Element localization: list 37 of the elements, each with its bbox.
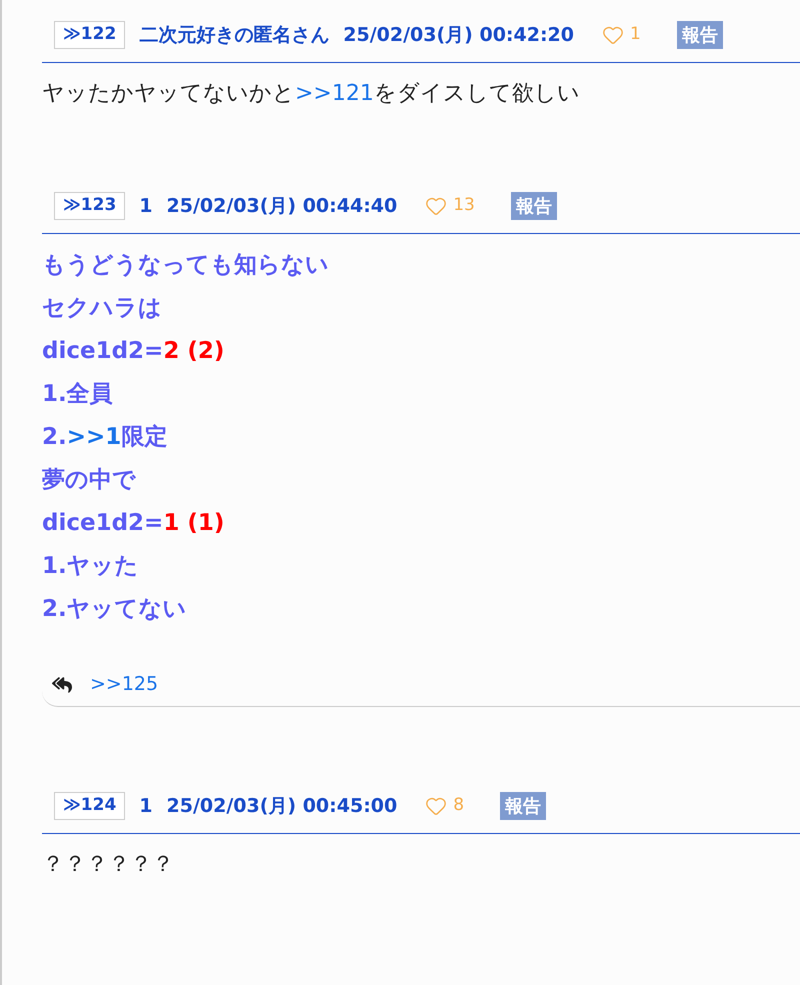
post-text: もうどうなっても知らない: [42, 252, 329, 278]
post-number[interactable]: ≫124: [54, 792, 126, 820]
post-number[interactable]: ≫123: [54, 192, 126, 220]
like-count: 1: [630, 23, 641, 46]
post-text: 2.: [42, 424, 67, 450]
post-date: 25/02/03(月) 00:45:00: [166, 794, 398, 819]
report-button[interactable]: 報告: [500, 792, 546, 820]
like-count: 13: [453, 194, 475, 218]
like-count: 8: [453, 794, 464, 818]
heart-icon[interactable]: [602, 24, 624, 46]
post-text: 1.全員: [42, 381, 113, 407]
heart-icon[interactable]: [425, 195, 448, 217]
post-number[interactable]: ≫122: [54, 21, 126, 49]
poster-name: 1: [139, 194, 153, 219]
reply-link[interactable]: >>121: [295, 81, 374, 106]
post-text: ？？？？？？: [42, 852, 174, 877]
post-text: dice1d2=: [42, 510, 164, 536]
reply-link[interactable]: >>1: [66, 424, 122, 450]
post-text: 夢の中で: [42, 467, 136, 493]
post-text: 限定: [121, 424, 168, 450]
report-button[interactable]: 報告: [510, 192, 557, 220]
post-date: 25/02/03(月) 00:42:20: [343, 22, 574, 48]
reply-all-icon: [52, 674, 72, 694]
post-text: ヤッたかヤッてないかと: [42, 81, 295, 106]
post-text: 1.ヤッた: [42, 553, 139, 579]
dice-result: 1 (1): [163, 510, 224, 536]
post-date: 25/02/03(月) 00:44:40: [166, 194, 398, 219]
report-button[interactable]: 報告: [676, 21, 723, 49]
reply-link[interactable]: >>125: [90, 670, 158, 699]
poster-name: 二次元好きの匿名さん: [139, 22, 330, 48]
post-text: dice1d2=: [42, 338, 164, 364]
post-text: セクハラは: [42, 295, 162, 321]
heart-icon[interactable]: [425, 795, 448, 817]
dice-result: 2 (2): [163, 338, 224, 364]
post-text: 2.ヤッてない: [42, 596, 187, 622]
poster-name: 1: [139, 794, 153, 819]
post-text: をダイスして欲しい: [374, 81, 580, 106]
